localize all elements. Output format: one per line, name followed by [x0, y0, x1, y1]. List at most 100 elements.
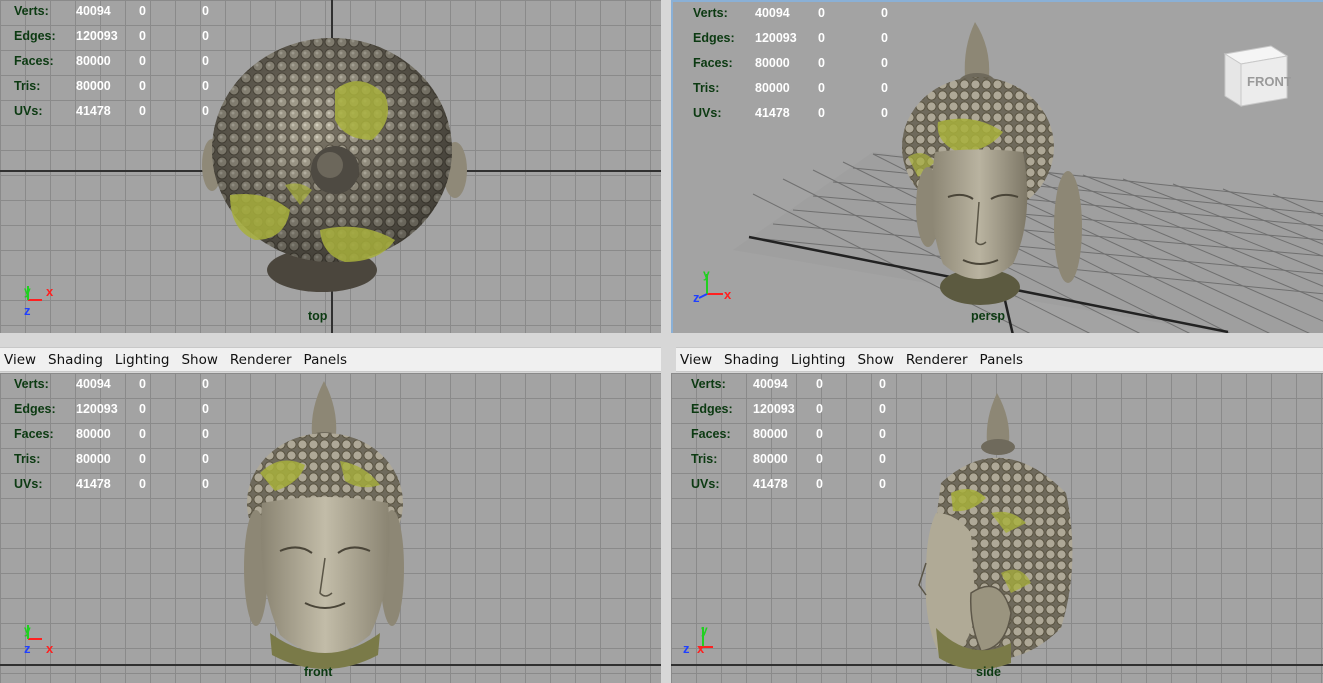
- axis-y-label: y: [703, 267, 710, 281]
- hud-label: Faces:: [14, 427, 54, 441]
- hud-value: 0: [816, 477, 823, 491]
- axis-x-label: x: [46, 641, 54, 656]
- hud-value: 41478: [76, 104, 111, 118]
- hud-label: Faces:: [693, 56, 733, 70]
- hud-value: 0: [202, 29, 209, 43]
- hud-label: UVs:: [14, 477, 43, 491]
- menu-lighting[interactable]: Lighting: [791, 352, 846, 368]
- hud-value: 0: [879, 402, 886, 416]
- hud-row-uvs: UVs: 41478 0 0: [691, 477, 919, 502]
- viewport-persp[interactable]: Verts: 40094 0 0 Edges: 120093 0 0 Faces: 80000…: [671, 0, 1323, 333]
- viewport-side[interactable]: Verts: 40094 0 0 Edges: 120093 0 0 Faces: 80000…: [671, 373, 1323, 683]
- hud-value: 0: [879, 427, 886, 441]
- hud-row-faces: Faces: 80000 0 0: [14, 54, 242, 79]
- hud-label: Faces:: [14, 54, 54, 68]
- hud-row-faces: Faces: 80000 0 0: [14, 427, 242, 452]
- hud-label: Edges:: [14, 402, 56, 416]
- hud-label: Verts:: [693, 6, 728, 20]
- hud-row-verts: Verts: 40094 0 0: [691, 377, 919, 402]
- hud-label: Tris:: [14, 79, 41, 93]
- view-cube-label: FRONT: [1247, 74, 1291, 89]
- hud-value: 0: [881, 6, 888, 20]
- hud-value: 80000: [755, 56, 790, 70]
- hud-label: UVs:: [693, 106, 722, 120]
- menu-show[interactable]: Show: [181, 352, 217, 368]
- axis-indicator-icon: x y z: [693, 267, 732, 305]
- camera-label: front: [304, 665, 333, 679]
- hud-label: UVs:: [691, 477, 720, 491]
- menu-lighting[interactable]: Lighting: [115, 352, 170, 368]
- hud-label: Verts:: [14, 377, 49, 391]
- camera-label: top: [308, 309, 328, 323]
- panel-menubar-front: View Shading Lighting Show Renderer Pane…: [0, 347, 661, 372]
- hud-label: Verts:: [14, 4, 49, 18]
- axis-y-label: y: [24, 623, 31, 637]
- hud-label: UVs:: [14, 104, 43, 118]
- hud-label: Edges:: [691, 402, 733, 416]
- menu-shading[interactable]: Shading: [48, 352, 103, 368]
- view-cube[interactable]: FRONT: [1221, 40, 1292, 115]
- hud-row-faces: Faces: 80000 0 0: [693, 56, 921, 81]
- hud-label: Tris:: [691, 452, 718, 466]
- hud-value: 0: [881, 81, 888, 95]
- hud-value: 0: [139, 427, 146, 441]
- hud-stats: Verts: 40094 0 0 Edges: 120093 0 0 Faces: 80000…: [14, 4, 242, 129]
- hud-value: 0: [139, 104, 146, 118]
- hud-value: 0: [139, 4, 146, 18]
- hud-value: 0: [818, 81, 825, 95]
- menu-view[interactable]: View: [680, 352, 712, 368]
- viewport-front[interactable]: Verts: 40094 0 0 Edges: 120093 0 0 Faces: 80000…: [0, 373, 661, 683]
- menu-panels[interactable]: Panels: [980, 352, 1023, 368]
- hud-value: 0: [879, 452, 886, 466]
- camera-label: persp: [971, 309, 1006, 323]
- viewport-top[interactable]: Verts: 40094 0 0 Edges: 120093 0 0 Faces: 80000…: [0, 0, 661, 333]
- hud-value: 0: [202, 427, 209, 441]
- camera-label: side: [976, 665, 1002, 679]
- view-cube-icon[interactable]: FRONT: [1221, 40, 1292, 110]
- hud-value: 0: [818, 6, 825, 20]
- hud-row-faces: Faces: 80000 0 0: [691, 427, 919, 452]
- axis-gizmo: x y z: [681, 621, 725, 662]
- axis-indicator-icon: x y z: [24, 284, 54, 318]
- hud-value: 0: [139, 54, 146, 68]
- hud-value: 0: [139, 79, 146, 93]
- axis-z-label: z: [24, 303, 31, 318]
- menu-shading[interactable]: Shading: [724, 352, 779, 368]
- axis-x-label: x: [697, 641, 705, 656]
- hud-value: 0: [202, 452, 209, 466]
- hud-value: 0: [139, 402, 146, 416]
- axis-gizmo: x y z: [20, 621, 60, 662]
- hud-value: 120093: [76, 29, 118, 43]
- menu-panels[interactable]: Panels: [304, 352, 347, 368]
- hud-label: Faces:: [691, 427, 731, 441]
- hud-value: 0: [818, 106, 825, 120]
- hud-label: Edges:: [693, 31, 735, 45]
- hud-row-tris: Tris: 80000 0 0: [691, 452, 919, 477]
- hud-value: 40094: [76, 377, 111, 391]
- axis-indicator-icon: x y z: [683, 623, 713, 656]
- menu-view[interactable]: View: [4, 352, 36, 368]
- hud-value: 80000: [753, 452, 788, 466]
- hud-value: 0: [816, 402, 823, 416]
- axis-gizmo: x y z: [20, 282, 60, 323]
- hud-value: 80000: [76, 79, 111, 93]
- menu-renderer[interactable]: Renderer: [906, 352, 968, 368]
- hud-value: 80000: [753, 427, 788, 441]
- menu-show[interactable]: Show: [857, 352, 893, 368]
- hud-value: 0: [139, 452, 146, 466]
- hud-value: 40094: [76, 4, 111, 18]
- axis-z-label: z: [683, 641, 690, 656]
- hud-row-edges: Edges: 120093 0 0: [691, 402, 919, 427]
- hud-value: 0: [818, 56, 825, 70]
- hud-value: 120093: [753, 402, 795, 416]
- menu-renderer[interactable]: Renderer: [230, 352, 292, 368]
- hud-value: 0: [202, 79, 209, 93]
- axis-gizmo: x y z: [693, 266, 737, 311]
- hud-row-verts: Verts: 40094 0 0: [693, 6, 921, 31]
- axis-y-label: y: [24, 284, 31, 298]
- axis-y-label: y: [701, 623, 708, 637]
- hud-row-uvs: UVs: 41478 0 0: [14, 477, 242, 502]
- hud-value: 80000: [76, 54, 111, 68]
- hud-value: 0: [202, 54, 209, 68]
- hud-value: 0: [202, 477, 209, 491]
